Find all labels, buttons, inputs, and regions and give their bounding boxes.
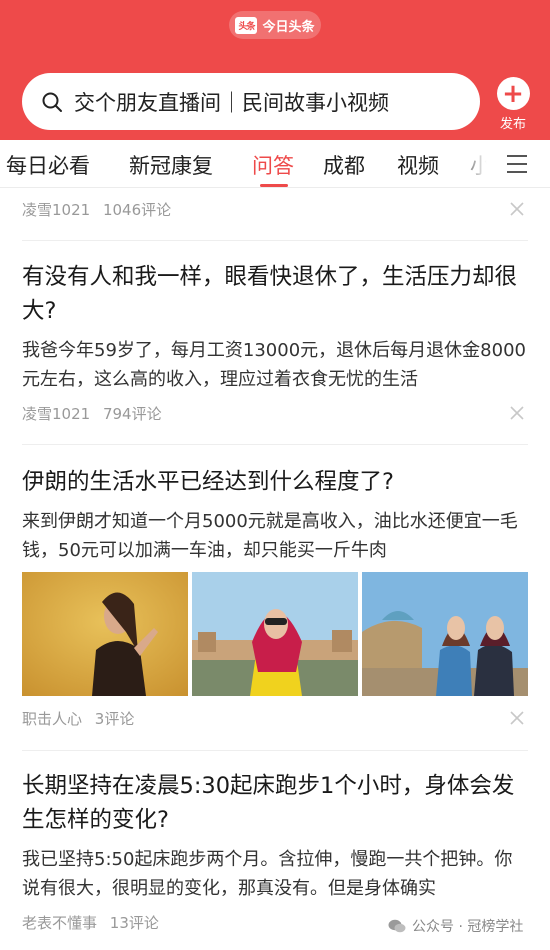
logo-mark-icon: 头条 [235, 16, 258, 34]
publish-button[interactable]: + 发布 [494, 77, 532, 132]
divider [22, 240, 528, 241]
tab-fade [455, 140, 500, 187]
comment-count: 13评论 [109, 914, 159, 932]
app-logo[interactable]: 头条 今日头条 [229, 11, 321, 39]
tab-covid-recovery[interactable]: 新冠康复 [129, 150, 213, 180]
search-bar[interactable]: 交个朋友直播间｜民间故事小视频 [22, 73, 480, 130]
close-icon[interactable] [509, 710, 525, 726]
feed-item-summary[interactable]: 来到伊朗才知道一个月5000元就是高收入，油比水还便宜一毛钱，50元可以加满一车… [22, 507, 528, 565]
feed-item-title[interactable]: 有没有人和我一样，眼看快退休了，生活压力却很大? [22, 260, 528, 328]
comment-count: 1046评论 [102, 201, 172, 219]
author-name[interactable]: 凌雪1021 [22, 201, 90, 219]
feed-item-meta: 职击人心 3评论 [22, 708, 134, 729]
feed-item-summary[interactable]: 我已坚持5:50起床跑步两个月。含拉伸，慢跑一共个把钟。你说有很大，很明显的变化… [22, 845, 528, 903]
app-name: 今日头条 [262, 19, 315, 35]
close-icon[interactable] [509, 201, 525, 217]
plus-icon: + [496, 77, 530, 110]
comment-count: 794评论 [102, 405, 162, 423]
feed-item-meta: 凌雪1021 794评论 [22, 403, 162, 424]
feed-item-title[interactable]: 长期坚持在凌晨5:30起床跑步1个小时，身体会发生怎样的变化? [22, 769, 528, 837]
author-name[interactable]: 凌雪1021 [22, 405, 90, 423]
menu-icon[interactable] [506, 153, 528, 175]
watermark: 公众号 · 冠榜学社 [388, 916, 523, 936]
divider [22, 444, 528, 445]
feed-item-meta: 凌雪1021 1046评论 [22, 199, 171, 220]
thumbnail-image[interactable] [22, 572, 188, 696]
comment-count: 3评论 [94, 710, 135, 728]
feed-item-meta: 老表不懂事 13评论 [22, 912, 159, 933]
publish-label: 发布 [499, 117, 526, 132]
tab-video[interactable]: 视频 [397, 150, 439, 180]
author-name[interactable]: 老表不懂事 [22, 914, 97, 932]
image-gallery [22, 572, 528, 696]
wechat-icon [388, 919, 406, 933]
watermark-text: 公众号 · 冠榜学社 [412, 919, 524, 935]
tab-chengdu[interactable]: 成都 [323, 150, 365, 180]
tab-daily[interactable]: 每日必看 [6, 150, 90, 180]
feed-item-summary[interactable]: 我爸今年59岁了，每月工资13000元，退休后每月退休金8000元左右，这么高的… [22, 336, 528, 394]
feed-item-title[interactable]: 伊朗的生活水平已经达到什么程度了? [22, 465, 528, 499]
search-placeholder: 交个朋友直播间｜民间故事小视频 [74, 90, 389, 115]
close-icon[interactable] [509, 405, 525, 421]
author-name[interactable]: 职击人心 [22, 710, 82, 728]
search-icon [42, 92, 62, 112]
thumbnail-image[interactable] [192, 572, 358, 696]
tab-qa[interactable]: 问答 [252, 150, 294, 180]
active-tab-indicator [260, 184, 288, 187]
divider [22, 750, 528, 751]
channel-tabs: 每日必看 新冠康复 问答 成都 视频 小 [0, 140, 550, 188]
thumbnail-image[interactable] [362, 572, 528, 696]
app-header: 头条 今日头条 交个朋友直播间｜民间故事小视频 + 发布 [0, 0, 550, 140]
